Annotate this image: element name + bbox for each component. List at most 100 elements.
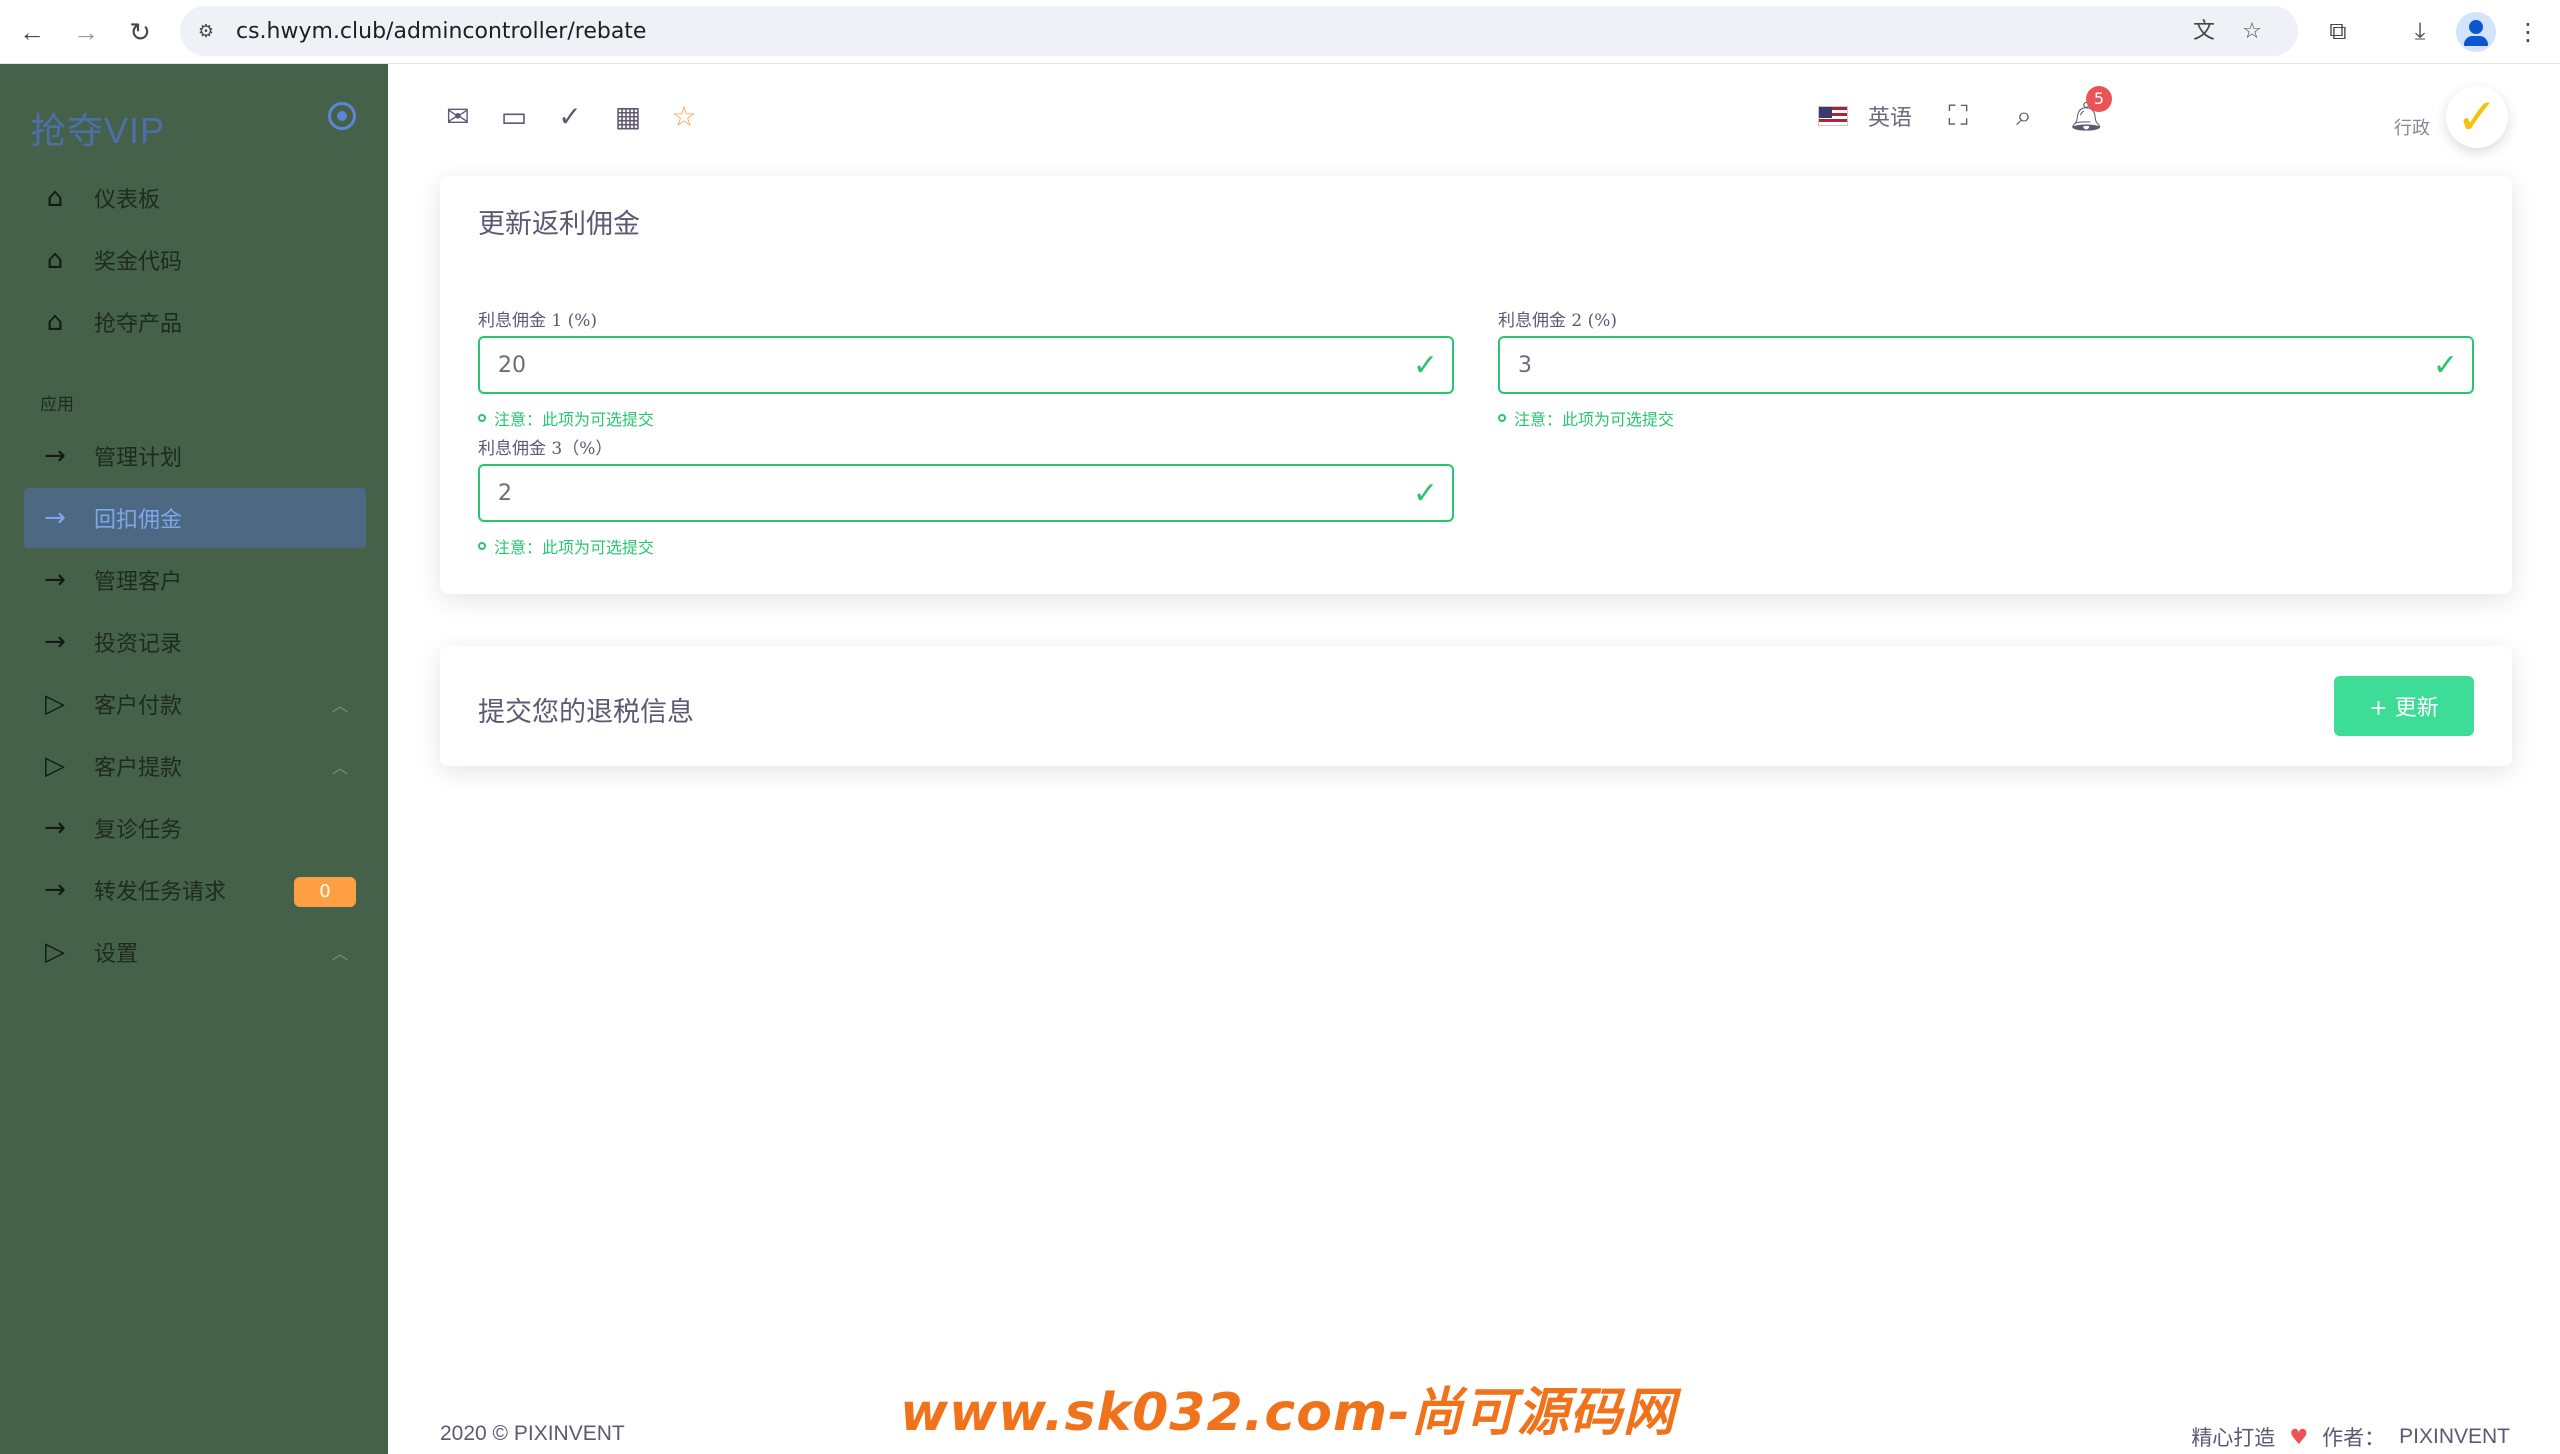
home-icon: ⌂: [46, 183, 64, 213]
language-label: 英语: [1868, 106, 1913, 131]
home-icon: ⌂: [46, 245, 64, 275]
sidebar-item-label: 客户付款: [94, 694, 183, 719]
sidebar-item-label: 回扣佣金: [94, 508, 183, 533]
check-circle-icon[interactable]: ✓: [550, 96, 590, 136]
field-hint: 注意：此项为可选提交: [478, 406, 654, 430]
input-value: 3: [1518, 353, 1532, 378]
submit-card-title: 提交您的退税信息: [478, 697, 694, 728]
submit-card: [440, 646, 2512, 766]
profile-avatar-icon[interactable]: [2456, 12, 2496, 52]
home-icon: ⌂: [46, 307, 64, 337]
sidebar-item-label: 管理客户: [94, 570, 183, 595]
input-value: 2: [498, 481, 512, 506]
card-title: 更新返利佣金: [478, 209, 640, 240]
sidebar-item-label: 抢夺产品: [94, 312, 183, 337]
arrow-right-icon: →: [44, 441, 66, 471]
circle-icon: [1498, 414, 1506, 422]
sidebar-item-settings[interactable]: ▷ 设置 ︿: [24, 922, 366, 982]
brand-logo[interactable]: 抢夺VIP: [30, 102, 165, 154]
sidebar-item-customer-withdrawals[interactable]: ▷ 客户提款 ︿: [24, 736, 366, 796]
update-button[interactable]: + 更新: [2334, 676, 2474, 736]
commission-2-input[interactable]: 3 ✓: [1498, 336, 2474, 394]
commission-1-input[interactable]: 20 ✓: [478, 336, 1454, 394]
calendar-icon[interactable]: ▦: [608, 96, 648, 136]
bookmark-star-icon[interactable]: ☆: [2238, 17, 2266, 45]
chat-icon[interactable]: ▭: [494, 96, 534, 136]
sidebar-item-label: 复诊任务: [94, 818, 183, 843]
download-icon[interactable]: ⤓: [2400, 12, 2440, 52]
sidebar-item-dashboard[interactable]: ⌂ 仪表板: [24, 168, 366, 228]
menu-kebab-icon[interactable]: ⋮: [2508, 12, 2548, 52]
sidebar-item-bonus-code[interactable]: ⌂ 奖金代码: [24, 230, 366, 290]
arrow-right-icon: →: [44, 627, 66, 657]
field-hint: 注意：此项为可选提交: [478, 534, 654, 558]
arrow-right-icon: →: [44, 813, 66, 843]
site-settings-icon[interactable]: ⚙: [194, 19, 218, 43]
reload-icon[interactable]: ↻: [120, 12, 160, 52]
address-bar[interactable]: ⚙ cs.hwym.club/admincontroller/rebate 文 …: [180, 6, 2298, 56]
field-hint: 注意：此项为可选提交: [1498, 406, 1674, 430]
author-name: PIXINVENT: [2399, 1425, 2510, 1448]
play-triangle-icon: ▷: [45, 937, 65, 967]
section-header-apps: 应用: [40, 395, 74, 415]
sidebar-item-label: 投资记录: [94, 632, 183, 657]
chevron-up-icon: ︿: [331, 944, 348, 963]
sidebar-toggle-icon[interactable]: [328, 102, 356, 130]
footer-credits: 精心打造 ♥ 作者： PIXINVENT: [2191, 1422, 2510, 1452]
address-url[interactable]: cs.hwym.club/admincontroller/rebate: [236, 19, 646, 44]
input-value: 20: [498, 353, 526, 378]
play-triangle-icon: ▷: [45, 751, 65, 781]
fullscreen-icon[interactable]: ⛶: [1938, 96, 1978, 136]
search-icon[interactable]: ⌕: [2004, 96, 2044, 136]
check-icon: ✓: [2432, 348, 2458, 383]
field-label-commission-1: 利息佣金 1 (%): [478, 311, 598, 331]
watermark-text: www.sk032.com-尚可源码网: [900, 1383, 1676, 1443]
hint-text: 注意：此项为可选提交: [494, 410, 655, 429]
translate-icon[interactable]: 文: [2190, 17, 2218, 45]
us-flag-icon: [1818, 106, 1848, 126]
sidebar-item-manage-plans[interactable]: → 管理计划: [24, 426, 366, 486]
sidebar-item-rebate[interactable]: → 回扣佣金: [24, 488, 366, 548]
arrow-right-icon: →: [44, 565, 66, 595]
count-badge: 0: [294, 877, 356, 907]
sidebar: 抢夺VIP ⌂ 仪表板 ⌂ 奖金代码 ⌂ 抢夺产品 应用 → 管理计划 → 回扣…: [0, 64, 388, 1454]
user-role: 行政: [2394, 118, 2430, 139]
commission-3-input[interactable]: 2 ✓: [478, 464, 1454, 522]
field-label-commission-3: 利息佣金 3（%）: [478, 439, 613, 459]
sidebar-item-label: 管理计划: [94, 446, 183, 471]
extensions-icon[interactable]: ⧉: [2318, 12, 2358, 52]
footer-copyright: 2020 © PIXINVENT: [440, 1422, 625, 1445]
sidebar-item-label: 仪表板: [94, 188, 161, 213]
field-label-commission-2: 利息佣金 2 (%): [1498, 311, 1618, 331]
sidebar-item-review-tasks[interactable]: → 复诊任务: [24, 798, 366, 858]
circle-icon: [478, 414, 486, 422]
notification-badge: 5: [2086, 86, 2112, 112]
circle-icon: [478, 542, 486, 550]
hint-text: 注意：此项为可选提交: [494, 538, 655, 557]
sidebar-item-manage-customers[interactable]: → 管理客户: [24, 550, 366, 610]
sidebar-item-label: 客户提款: [94, 756, 183, 781]
chevron-up-icon: ︿: [331, 696, 348, 715]
user-avatar[interactable]: ✓: [2446, 86, 2508, 148]
sidebar-item-label: 设置: [94, 942, 139, 967]
check-icon: ✓: [1412, 476, 1438, 511]
sidebar-item-label: 奖金代码: [94, 250, 183, 275]
sidebar-item-investment-records[interactable]: → 投资记录: [24, 612, 366, 672]
sidebar-item-label: 转发任务请求: [94, 880, 227, 905]
arrow-right-icon: →: [44, 503, 66, 533]
made-with-label: 精心打造: [2191, 1426, 2276, 1450]
play-triangle-icon: ▷: [45, 689, 65, 719]
arrow-right-icon: →: [44, 875, 66, 905]
sidebar-item-products[interactable]: ⌂ 抢夺产品: [24, 292, 366, 352]
sidebar-item-customer-payments[interactable]: ▷ 客户付款 ︿: [24, 674, 366, 734]
star-icon[interactable]: ☆: [664, 96, 704, 136]
sidebar-item-forward-task-requests[interactable]: → 转发任务请求 0: [24, 860, 366, 920]
heart-icon: ♥: [2289, 1425, 2309, 1449]
forward-arrow-icon[interactable]: →: [66, 12, 106, 52]
mail-icon[interactable]: ✉: [438, 96, 478, 136]
check-icon: ✓: [1412, 348, 1438, 383]
language-dropdown[interactable]: 英语: [1818, 98, 1912, 134]
back-arrow-icon[interactable]: ←: [12, 12, 52, 52]
author-label: 作者：: [2322, 1426, 2386, 1450]
chevron-up-icon: ︿: [331, 758, 348, 777]
